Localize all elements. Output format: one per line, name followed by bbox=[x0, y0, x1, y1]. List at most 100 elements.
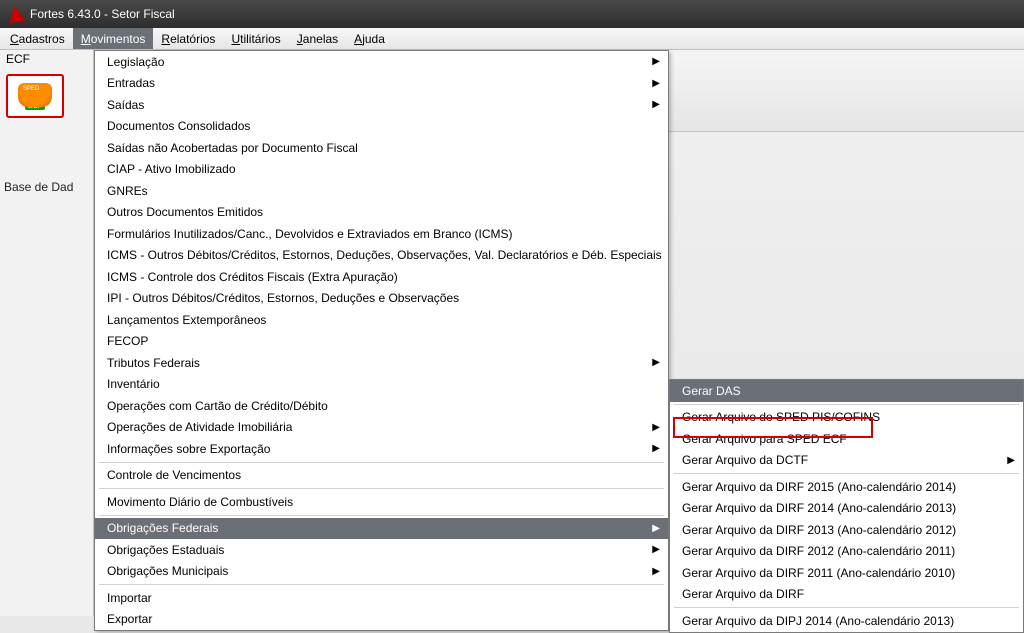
menu-item-label: IPI - Outros Débitos/Créditos, Estornos,… bbox=[107, 291, 459, 305]
menu-item-label: Obrigações Municipais bbox=[107, 564, 228, 578]
obrigacoes-federais-submenu: Gerar DAS Gerar Arquivo do SPED PIS/COFIN… bbox=[669, 379, 1024, 633]
app-icon bbox=[7, 5, 26, 24]
obrig-fed-item[interactable]: Gerar Arquivo da DCTF ▶ bbox=[670, 450, 1023, 472]
menu-item-label: Gerar Arquivo da DIRF bbox=[682, 587, 804, 601]
menu-ajuda[interactable]: Ajuda bbox=[346, 28, 393, 49]
menu-item-label: ICMS - Outros Débitos/Créditos, Estornos… bbox=[107, 248, 662, 262]
menu-item-label: Gerar Arquivo da DCTF bbox=[682, 453, 808, 467]
obrig-fed-item[interactable]: Gerar Arquivo da DIPJ 2014 (Ano-calendár… bbox=[670, 610, 1023, 632]
menu-movimentos[interactable]: Movimentos bbox=[73, 28, 154, 49]
movimentos-item[interactable]: Tributos Federais ▶ bbox=[95, 352, 668, 374]
menu-item-label: Gerar DAS bbox=[682, 384, 741, 398]
sidebar-title: ECF bbox=[0, 50, 93, 68]
menu-separator bbox=[99, 488, 664, 489]
movimentos-item[interactable]: Exportar bbox=[95, 609, 668, 631]
menu-item-label: Exportar bbox=[107, 612, 152, 626]
menu-item-label: Outros Documentos Emitidos bbox=[107, 205, 263, 219]
movimentos-item[interactable]: Lançamentos Extemporâneos bbox=[95, 309, 668, 331]
title-bar: Fortes 6.43.0 - Setor Fiscal bbox=[0, 0, 1024, 28]
menu-item-label: Obrigações Estaduais bbox=[107, 543, 224, 557]
movimentos-item[interactable]: Legislação ▶ bbox=[95, 51, 668, 73]
menu-item-label: Operações com Cartão de Crédito/Débito bbox=[107, 399, 328, 413]
menu-relatórios[interactable]: Relatórios bbox=[153, 28, 223, 49]
movimentos-item[interactable]: Controle de Vencimentos bbox=[95, 465, 668, 487]
submenu-arrow-icon: ▶ bbox=[652, 566, 660, 577]
menu-item-label: GNREs bbox=[107, 184, 148, 198]
menu-utilitários[interactable]: Utilitários bbox=[223, 28, 288, 49]
movimentos-item[interactable]: GNREs bbox=[95, 180, 668, 202]
obrig-fed-item[interactable]: Gerar Arquivo da DIRF 2014 (Ano-calendár… bbox=[670, 498, 1023, 520]
menu-janelas[interactable]: Janelas bbox=[289, 28, 346, 49]
obrig-fed-item[interactable]: Gerar Arquivo da DIRF bbox=[670, 584, 1023, 606]
submenu-arrow-icon: ▶ bbox=[652, 443, 660, 454]
menu-item-label: Gerar Arquivo da DIRF 2015 (Ano-calendár… bbox=[682, 480, 956, 494]
movimentos-item[interactable]: Obrigações Estaduais ▶ bbox=[95, 539, 668, 561]
menu-item-label: Legislação bbox=[107, 55, 164, 69]
menu-item-label: Importar bbox=[107, 591, 152, 605]
menu-item-label: Obrigações Federais bbox=[107, 521, 218, 535]
menu-item-label: Gerar Arquivo da DIRF 2012 (Ano-calendár… bbox=[682, 544, 955, 558]
sped-ecf-icon-box[interactable]: ECF bbox=[6, 74, 64, 118]
movimentos-item[interactable]: Obrigações Municipais ▶ bbox=[95, 561, 668, 583]
menu-cadastros[interactable]: Cadastros bbox=[2, 28, 73, 49]
sidebar: ECF ECF Base de Dad bbox=[0, 50, 94, 616]
movimentos-item[interactable]: Inventário bbox=[95, 374, 668, 396]
submenu-arrow-icon: ▶ bbox=[1007, 455, 1015, 466]
obrig-fed-item[interactable]: Gerar Arquivo do SPED PIS/COFINS bbox=[670, 407, 1023, 429]
menu-item-label: Saídas não Acobertadas por Documento Fis… bbox=[107, 141, 358, 155]
movimentos-item[interactable]: Saídas▶ bbox=[95, 94, 668, 116]
movimentos-item[interactable]: Informações sobre Exportação ▶ bbox=[95, 438, 668, 460]
obrig-fed-item[interactable]: Gerar Arquivo da DIRF 2012 (Ano-calendár… bbox=[670, 541, 1023, 563]
submenu-arrow-icon: ▶ bbox=[652, 523, 660, 534]
menu-item-label: Gerar Arquivo para SPED ECF bbox=[682, 432, 847, 446]
movimentos-item[interactable]: Obrigações Federais ▶ bbox=[95, 518, 668, 540]
sidebar-basedados-label: Base de Dad bbox=[0, 180, 73, 194]
obrig-fed-item[interactable]: Gerar DAS bbox=[670, 380, 1023, 402]
movimentos-item[interactable]: Entradas ▶ bbox=[95, 73, 668, 95]
menu-item-label: Gerar Arquivo da DIRF 2011 (Ano-calendár… bbox=[682, 566, 955, 580]
obrig-fed-item[interactable]: Gerar Arquivo para SPED ECF bbox=[670, 428, 1023, 450]
submenu-arrow-icon: ▶ bbox=[652, 357, 660, 368]
menu-item-label: Gerar Arquivo da DIRF 2013 (Ano-calendár… bbox=[682, 523, 956, 537]
movimentos-item[interactable]: Operações de Atividade Imobiliária▶ bbox=[95, 417, 668, 439]
menu-item-label: Inventário bbox=[107, 377, 160, 391]
movimentos-item[interactable]: Formulários Inutilizados/Canc., Devolvid… bbox=[95, 223, 668, 245]
menu-item-label: Tributos Federais bbox=[107, 356, 200, 370]
submenu-arrow-icon: ▶ bbox=[652, 99, 660, 110]
menu-bar: CadastrosMovimentosRelatóriosUtilitários… bbox=[0, 28, 1024, 50]
movimentos-item[interactable]: CIAP - Ativo Imobilizado bbox=[95, 159, 668, 181]
movimentos-item[interactable]: Documentos Consolidados bbox=[95, 116, 668, 138]
submenu-arrow-icon: ▶ bbox=[652, 422, 660, 433]
movimentos-item[interactable]: FECOP bbox=[95, 331, 668, 353]
menu-item-label: Entradas bbox=[107, 76, 155, 90]
menu-item-label: Formulários Inutilizados/Canc., Devolvid… bbox=[107, 227, 512, 241]
window-title: Fortes 6.43.0 - Setor Fiscal bbox=[30, 7, 175, 21]
menu-separator bbox=[99, 462, 664, 463]
menu-item-label: Gerar Arquivo da DIRF 2014 (Ano-calendár… bbox=[682, 501, 956, 515]
menu-separator bbox=[99, 515, 664, 516]
menu-item-label: Documentos Consolidados bbox=[107, 119, 250, 133]
submenu-arrow-icon: ▶ bbox=[652, 544, 660, 555]
movimentos-item[interactable]: Importar bbox=[95, 587, 668, 609]
movimentos-item[interactable]: IPI - Outros Débitos/Créditos, Estornos,… bbox=[95, 288, 668, 310]
movimentos-item[interactable]: ICMS - Controle dos Créditos Fiscais (Ex… bbox=[95, 266, 668, 288]
obrig-fed-item[interactable]: Gerar Arquivo da DIRF 2015 (Ano-calendár… bbox=[670, 476, 1023, 498]
movimentos-item[interactable]: Operações com Cartão de Crédito/Débito bbox=[95, 395, 668, 417]
menu-item-label: Informações sobre Exportação bbox=[107, 442, 270, 456]
movimentos-item[interactable]: Saídas não Acobertadas por Documento Fis… bbox=[95, 137, 668, 159]
sped-icon bbox=[18, 83, 52, 107]
movimentos-item[interactable]: ICMS - Outros Débitos/Créditos, Estornos… bbox=[95, 245, 668, 267]
menu-item-label: Lançamentos Extemporâneos bbox=[107, 313, 266, 327]
submenu-arrow-icon: ▶ bbox=[652, 78, 660, 89]
movimentos-menu: Legislação▶Entradas▶Saídas▶Documentos Co… bbox=[94, 50, 669, 631]
submenu-arrow-icon: ▶ bbox=[652, 56, 660, 67]
obrig-fed-item[interactable]: Gerar Arquivo da DIRF 2013 (Ano-calendár… bbox=[670, 519, 1023, 541]
movimentos-item[interactable]: Movimento Diário de Combustíveis bbox=[95, 491, 668, 513]
menu-item-label: FECOP bbox=[107, 334, 148, 348]
menu-item-label: Movimento Diário de Combustíveis bbox=[107, 495, 293, 509]
workspace: ECF ECF Base de Dad Legislação ▶ Entradas ▶… bbox=[0, 50, 1024, 616]
menu-separator bbox=[99, 584, 664, 585]
menu-separator bbox=[674, 473, 1019, 474]
obrig-fed-item[interactable]: Gerar Arquivo da DIRF 2011 (Ano-calendár… bbox=[670, 562, 1023, 584]
movimentos-item[interactable]: Outros Documentos Emitidos bbox=[95, 202, 668, 224]
